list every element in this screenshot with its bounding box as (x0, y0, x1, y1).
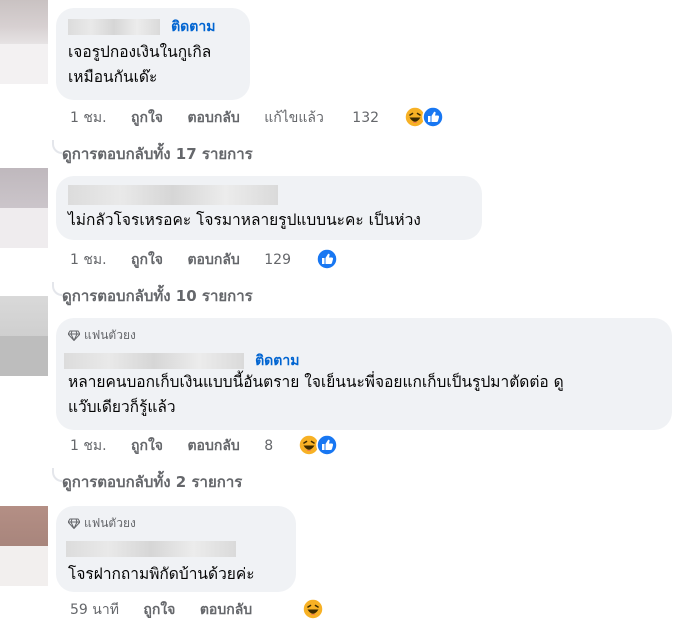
comment-actions: 1 ชม. ถูกใจ ตอบกลับ แก้ไขแล้ว 132 (70, 108, 381, 128)
avatar-shadow (0, 44, 48, 84)
reaction-count[interactable]: 8 (264, 436, 273, 456)
badge-label: แฟนตัวยง (84, 516, 136, 530)
reaction-icons[interactable] (302, 598, 326, 620)
reply-action[interactable]: ตอบกลับ (187, 436, 239, 456)
comment-actions: 1 ชม. ถูกใจ ตอบกลับ 129 (70, 250, 293, 270)
avatar[interactable] (0, 506, 48, 546)
view-replies-link[interactable]: ดูการตอบกลับทั้ง 17 รายการ (62, 142, 253, 166)
comment-time[interactable]: 59 นาที (70, 600, 119, 620)
reaction-icons[interactable] (316, 248, 340, 270)
commenter-name-row: ติดตาม (64, 350, 660, 369)
commenter-name-redacted[interactable] (64, 353, 244, 369)
commenter-name-redacted[interactable] (68, 184, 278, 205)
top-fan-badge[interactable]: แฟนตัวยง (67, 514, 284, 532)
commenter-name-redacted[interactable] (68, 19, 160, 35)
comment-actions: 1 ชม. ถูกใจ ตอบกลับ 8 (70, 436, 275, 456)
avatar[interactable] (0, 0, 48, 44)
reply-thread-line (52, 468, 62, 482)
comment-text: โจรฝากถามพิกัดบ้านด้วยค่ะ (68, 565, 255, 583)
avatar-lower (0, 336, 48, 376)
comment-text: หลายคนบอกเก็บเงินแบบนี้อันตราย ใจเย็นนะพ… (68, 373, 564, 416)
badge-label: แฟนตัวยง (84, 328, 136, 342)
reaction-icons[interactable] (298, 434, 342, 456)
like-icon (316, 434, 338, 456)
comment-time[interactable]: 1 ชม. (70, 108, 107, 128)
diamond-icon (67, 330, 81, 342)
reply-action[interactable]: ตอบกลับ (200, 600, 252, 620)
reply-action[interactable]: ตอบกลับ (187, 250, 239, 270)
view-replies-link[interactable]: ดูการตอบกลับทั้ง 10 รายการ (62, 284, 253, 308)
view-replies-link[interactable]: ดูการตอบกลับทั้ง 2 รายการ (62, 470, 242, 494)
comment-actions: 59 นาที ถูกใจ ตอบกลับ (70, 600, 272, 620)
edited-label[interactable]: แก้ไขแล้ว (264, 108, 324, 128)
reaction-count[interactable]: 129 (264, 250, 291, 270)
like-action[interactable]: ถูกใจ (131, 436, 163, 456)
haha-icon (302, 598, 324, 620)
reply-thread-line (52, 282, 62, 296)
avatar-shadow (0, 208, 48, 248)
commenter-name-row (66, 538, 284, 557)
comment-text: ไม่กลัวโจรเหรอคะ โจรมาหลายรูปแบบนะคะ เป็… (68, 211, 421, 229)
reaction-count[interactable]: 132 (352, 108, 379, 128)
like-icon (422, 106, 444, 128)
like-action[interactable]: ถูกใจ (143, 600, 175, 620)
avatar-shadow (0, 546, 48, 586)
follow-link[interactable]: ติดตาม (171, 16, 215, 38)
commenter-name-row: ติดตาม (68, 16, 238, 35)
reaction-icons[interactable] (404, 106, 448, 128)
follow-link[interactable]: ติดตาม (255, 350, 299, 372)
commenter-name-row (68, 184, 470, 205)
comment-text: เจอรูปกองเงินในกูเกิล เหมือนกันเด๊ะ (68, 43, 212, 86)
reply-thread-line (52, 140, 62, 154)
avatar[interactable] (0, 168, 48, 208)
top-fan-badge[interactable]: แฟนตัวยง (67, 326, 660, 344)
comment-bubble: ติดตาม เจอรูปกองเงินในกูเกิล เหมือนกันเด… (56, 8, 250, 100)
diamond-icon (67, 518, 81, 530)
comment-time[interactable]: 1 ชม. (70, 250, 107, 270)
like-action[interactable]: ถูกใจ (131, 250, 163, 270)
commenter-name-redacted[interactable] (66, 540, 236, 557)
comment-time[interactable]: 1 ชม. (70, 436, 107, 456)
reply-action[interactable]: ตอบกลับ (187, 108, 239, 128)
comment-bubble: แฟนตัวยง ติดตาม หลายคนบอกเก็บเงินแบบนี้อ… (56, 318, 672, 430)
comment-bubble: แฟนตัวยง โจรฝากถามพิกัดบ้านด้วยค่ะ (56, 506, 296, 592)
like-action[interactable]: ถูกใจ (131, 108, 163, 128)
avatar[interactable] (0, 296, 48, 336)
like-icon (316, 248, 338, 270)
comment-bubble: ไม่กลัวโจรเหรอคะ โจรมาหลายรูปแบบนะคะ เป็… (56, 176, 482, 240)
